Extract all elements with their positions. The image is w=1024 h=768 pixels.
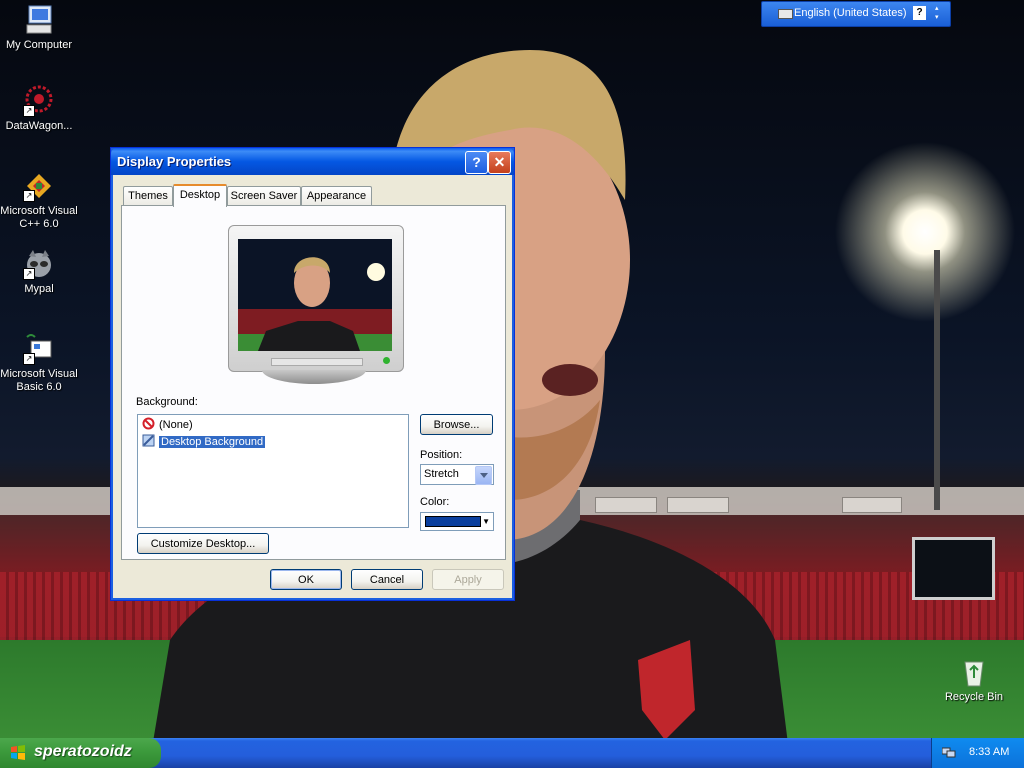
desktop-icon-label: My Computer	[5, 39, 73, 51]
desktop-tab-panel: Background: (None) Desktop Background Br…	[121, 205, 506, 560]
shortcut-arrow-icon: ↗	[23, 353, 35, 365]
desktop-icon-datawagon[interactable]: ↗ DataWagon...	[0, 85, 78, 133]
chevron-down-icon[interactable]	[475, 466, 492, 485]
customize-desktop-button[interactable]: Customize Desktop...	[137, 533, 269, 554]
shortcut-arrow-icon: ↗	[23, 190, 35, 202]
monitor-power-led	[383, 357, 390, 364]
desktop-icon-mypal[interactable]: ↗ Mypal	[0, 248, 78, 296]
background-label: Background:	[136, 396, 198, 408]
background-listbox[interactable]: (None) Desktop Background	[137, 414, 409, 528]
ok-button[interactable]: OK	[270, 569, 342, 590]
desktop-icon-my-computer[interactable]: My Computer	[0, 4, 78, 52]
visual-cpp-icon: ↗	[23, 170, 55, 202]
apply-button[interactable]: Apply	[432, 569, 504, 590]
browse-button[interactable]: Browse...	[420, 414, 493, 435]
desktop-icon-label: Microsoft Visual	[0, 368, 78, 380]
windows-flag-icon	[11, 745, 25, 760]
language-bar-options-icon[interactable]: ▴ ▾	[935, 4, 939, 22]
help-button[interactable]: ?	[465, 151, 488, 174]
color-picker-button[interactable]: ▼	[420, 512, 494, 531]
desktop-icon-label: Recycle Bin	[944, 691, 1004, 703]
my-computer-icon	[23, 4, 55, 36]
wallpaper-ad-board	[842, 497, 902, 513]
datawagon-icon: ↗	[23, 85, 55, 117]
taskbar: speratozoidz 8:33 AM	[0, 738, 1024, 768]
color-label: Color:	[420, 496, 450, 508]
language-bar[interactable]: English (United States) ? ▴ ▾	[761, 1, 951, 27]
picture-icon	[142, 434, 155, 447]
desktop-icon-label: C++ 6.0	[19, 218, 59, 230]
none-icon	[142, 417, 155, 430]
start-label: speratozoidz	[34, 743, 132, 760]
tab-screen-saver[interactable]: Screen Saver	[227, 186, 301, 205]
desktop-icon-visual-basic[interactable]: ↗ Microsoft Visual Basic 6.0	[0, 333, 78, 394]
tab-themes[interactable]: Themes	[123, 186, 173, 205]
position-value: Stretch	[424, 468, 459, 480]
tab-desktop[interactable]: Desktop	[173, 184, 227, 207]
shortcut-arrow-icon: ↗	[23, 105, 35, 117]
desktop-icon-visual-cpp[interactable]: ↗ Microsoft Visual C++ 6.0	[0, 170, 78, 231]
dropdown-arrow-icon: ▼	[482, 517, 490, 526]
dialog-title: Display Properties	[117, 154, 232, 169]
list-item-desktop-background[interactable]: Desktop Background	[142, 434, 267, 450]
position-select[interactable]: Stretch	[420, 464, 494, 485]
wallpaper-floodlight-pole	[934, 250, 940, 510]
display-properties-dialog: Display Properties ? ✕ Themes Desktop Sc…	[110, 147, 515, 601]
visual-basic-icon: ↗	[23, 333, 55, 365]
desktop-icon-recycle-bin[interactable]: Recycle Bin	[935, 656, 1013, 704]
wallpaper-scoreboard	[912, 537, 995, 600]
close-button[interactable]: ✕	[488, 151, 511, 174]
dialog-titlebar[interactable]: Display Properties ? ✕	[111, 148, 514, 175]
keyboard-icon	[778, 9, 793, 19]
monitor-bezel-bar	[271, 358, 363, 366]
monitor-stand	[262, 370, 366, 384]
tab-appearance[interactable]: Appearance	[301, 186, 372, 205]
clock[interactable]: 8:33 AM	[969, 746, 1009, 758]
wallpaper-preview-image	[238, 239, 392, 351]
shortcut-arrow-icon: ↗	[23, 268, 35, 280]
desktop-icon-label: DataWagon...	[5, 120, 73, 132]
desktop-icon-label: Mypal	[24, 283, 54, 295]
help-icon[interactable]: ?	[913, 6, 926, 20]
language-label: English (United States)	[794, 7, 907, 19]
mypal-icon: ↗	[23, 248, 55, 280]
recycle-bin-icon	[958, 656, 990, 688]
color-swatch	[425, 516, 481, 527]
network-icon[interactable]	[942, 746, 956, 758]
position-label: Position:	[420, 449, 463, 461]
start-button[interactable]: speratozoidz	[0, 738, 161, 768]
desktop-icon-label: Microsoft Visual	[0, 205, 78, 217]
cancel-button[interactable]: Cancel	[351, 569, 423, 590]
monitor-preview	[228, 225, 404, 372]
system-tray: 8:33 AM	[931, 738, 1024, 768]
list-item-none[interactable]: (None)	[142, 417, 193, 433]
desktop-icon-label: Basic 6.0	[16, 381, 62, 393]
dialog-client: Themes Desktop Screen Saver Appearance B…	[114, 175, 511, 597]
